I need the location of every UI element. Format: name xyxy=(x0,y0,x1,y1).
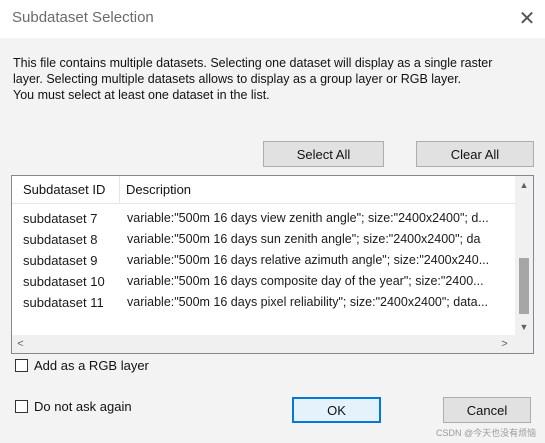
table-row[interactable]: subdataset 10 variable:"500m 16 days com… xyxy=(12,271,515,292)
subdataset-id-cell: subdataset 10 xyxy=(23,274,105,289)
do-not-ask-label: Do not ask again xyxy=(34,399,132,414)
subdataset-list[interactable]: Subdataset ID Description subdataset 7 v… xyxy=(11,175,534,354)
window-title: Subdataset Selection xyxy=(12,9,154,26)
title-bar: Subdataset Selection ✕ xyxy=(0,0,545,38)
info-message: This file contains multiple datasets. Se… xyxy=(13,55,533,103)
message-line-2: layer. Selecting multiple datasets allow… xyxy=(13,72,462,86)
scrollbar-corner xyxy=(515,335,533,353)
watermark: CSDN @今天也没有烦恼 xyxy=(436,428,537,438)
subdataset-id-cell: subdataset 11 xyxy=(23,295,104,310)
do-not-ask-option[interactable]: Do not ask again xyxy=(15,399,132,414)
vertical-scrollbar[interactable]: ▲ ▼ xyxy=(515,176,533,335)
description-cell: variable:"500m 16 days view zenith angle… xyxy=(127,211,489,225)
cancel-button[interactable]: Cancel xyxy=(443,397,531,423)
add-rgb-layer-checkbox[interactable] xyxy=(15,359,28,372)
column-header-description[interactable]: Description xyxy=(120,176,515,203)
subdataset-id-cell: subdataset 9 xyxy=(23,253,98,268)
add-rgb-layer-option[interactable]: Add as a RGB layer xyxy=(15,358,149,373)
description-cell: variable:"500m 16 days pixel reliability… xyxy=(127,295,489,309)
scroll-left-button[interactable]: < xyxy=(12,335,29,353)
clear-all-button[interactable]: Clear All xyxy=(416,141,534,167)
table-row[interactable]: subdataset 9 variable:"500m 16 days rela… xyxy=(12,250,515,271)
close-button[interactable]: ✕ xyxy=(512,4,542,32)
description-cell: variable:"500m 16 days sun zenith angle"… xyxy=(127,232,481,246)
chevron-right-icon: > xyxy=(501,338,508,350)
chevron-up-icon: ▲ xyxy=(519,179,529,190)
list-header: Subdataset ID Description xyxy=(12,176,515,204)
subdataset-id-cell: subdataset 8 xyxy=(23,232,98,247)
select-all-button[interactable]: Select All xyxy=(263,141,384,167)
list-rows: subdataset 7 variable:"500m 16 days view… xyxy=(12,208,515,313)
scroll-down-button[interactable]: ▼ xyxy=(515,318,533,335)
scroll-up-button[interactable]: ▲ xyxy=(515,176,533,193)
ok-button[interactable]: OK xyxy=(292,397,381,423)
description-cell: variable:"500m 16 days composite day of … xyxy=(127,274,484,288)
scroll-right-button[interactable]: > xyxy=(496,335,513,353)
table-row[interactable]: subdataset 11 variable:"500m 16 days pix… xyxy=(12,292,515,313)
table-row[interactable]: subdataset 8 variable:"500m 16 days sun … xyxy=(12,229,515,250)
horizontal-scrollbar[interactable]: < > xyxy=(12,335,515,353)
vertical-scroll-thumb[interactable] xyxy=(519,258,529,314)
add-rgb-layer-label: Add as a RGB layer xyxy=(34,358,149,373)
chevron-left-icon: < xyxy=(17,338,24,350)
chevron-down-icon: ▼ xyxy=(519,321,529,332)
message-line-3: You must select at least one dataset in … xyxy=(13,88,270,102)
description-cell: variable:"500m 16 days relative azimuth … xyxy=(127,253,490,267)
subdataset-selection-dialog: Subdataset Selection ✕ This file contain… xyxy=(0,0,545,443)
message-line-1: This file contains multiple datasets. Se… xyxy=(13,56,493,70)
close-icon: ✕ xyxy=(518,7,536,30)
subdataset-id-cell: subdataset 7 xyxy=(23,211,98,226)
column-header-subdataset-id[interactable]: Subdataset ID xyxy=(12,176,120,203)
do-not-ask-checkbox[interactable] xyxy=(15,400,28,413)
table-row[interactable]: subdataset 7 variable:"500m 16 days view… xyxy=(12,208,515,229)
